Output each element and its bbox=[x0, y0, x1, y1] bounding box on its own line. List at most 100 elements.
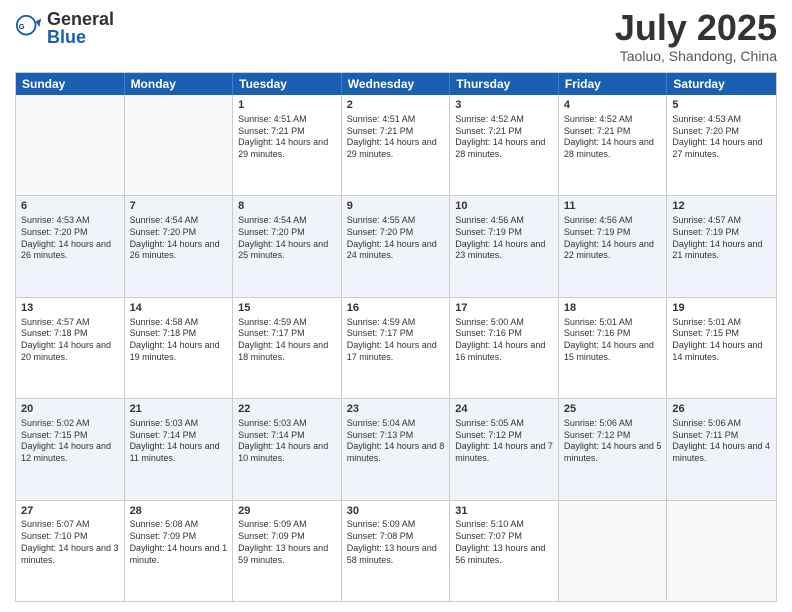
day-number: 27 bbox=[21, 504, 119, 519]
header-day-tuesday: Tuesday bbox=[233, 73, 342, 95]
cell-info: Sunrise: 5:07 AM Sunset: 7:10 PM Dayligh… bbox=[21, 519, 119, 566]
cal-cell: 21Sunrise: 5:03 AM Sunset: 7:14 PM Dayli… bbox=[125, 399, 234, 499]
cal-cell: 7Sunrise: 4:54 AM Sunset: 7:20 PM Daylig… bbox=[125, 196, 234, 296]
cell-info: Sunrise: 5:01 AM Sunset: 7:16 PM Dayligh… bbox=[564, 317, 662, 364]
cell-info: Sunrise: 4:54 AM Sunset: 7:20 PM Dayligh… bbox=[238, 215, 336, 262]
location: Taoluo, Shandong, China bbox=[615, 48, 777, 64]
day-number: 21 bbox=[130, 402, 228, 417]
day-number: 29 bbox=[238, 504, 336, 519]
cell-info: Sunrise: 5:09 AM Sunset: 7:08 PM Dayligh… bbox=[347, 519, 445, 566]
header-day-thursday: Thursday bbox=[450, 73, 559, 95]
cell-info: Sunrise: 4:57 AM Sunset: 7:19 PM Dayligh… bbox=[672, 215, 771, 262]
day-number: 28 bbox=[130, 504, 228, 519]
cell-info: Sunrise: 5:01 AM Sunset: 7:15 PM Dayligh… bbox=[672, 317, 771, 364]
cell-info: Sunrise: 5:02 AM Sunset: 7:15 PM Dayligh… bbox=[21, 418, 119, 465]
week-row-2: 6Sunrise: 4:53 AM Sunset: 7:20 PM Daylig… bbox=[16, 196, 776, 297]
cell-info: Sunrise: 4:54 AM Sunset: 7:20 PM Dayligh… bbox=[130, 215, 228, 262]
logo-icon: G bbox=[15, 14, 43, 42]
day-number: 3 bbox=[455, 98, 553, 113]
cal-cell bbox=[667, 501, 776, 601]
logo: G General Blue bbox=[15, 10, 114, 46]
logo-general: General bbox=[47, 10, 114, 28]
day-number: 9 bbox=[347, 199, 445, 214]
logo-text: General Blue bbox=[47, 10, 114, 46]
cal-cell: 1Sunrise: 4:51 AM Sunset: 7:21 PM Daylig… bbox=[233, 95, 342, 195]
day-number: 4 bbox=[564, 98, 662, 113]
cell-info: Sunrise: 4:51 AM Sunset: 7:21 PM Dayligh… bbox=[238, 114, 336, 161]
cal-cell: 25Sunrise: 5:06 AM Sunset: 7:12 PM Dayli… bbox=[559, 399, 668, 499]
day-number: 30 bbox=[347, 504, 445, 519]
cal-cell: 2Sunrise: 4:51 AM Sunset: 7:21 PM Daylig… bbox=[342, 95, 451, 195]
day-number: 17 bbox=[455, 301, 553, 316]
header: G General Blue July 2025 Taoluo, Shandon… bbox=[15, 10, 777, 64]
cal-cell: 22Sunrise: 5:03 AM Sunset: 7:14 PM Dayli… bbox=[233, 399, 342, 499]
cal-cell: 11Sunrise: 4:56 AM Sunset: 7:19 PM Dayli… bbox=[559, 196, 668, 296]
week-row-1: 1Sunrise: 4:51 AM Sunset: 7:21 PM Daylig… bbox=[16, 95, 776, 196]
cal-cell: 29Sunrise: 5:09 AM Sunset: 7:09 PM Dayli… bbox=[233, 501, 342, 601]
day-number: 13 bbox=[21, 301, 119, 316]
day-number: 19 bbox=[672, 301, 771, 316]
cal-cell: 31Sunrise: 5:10 AM Sunset: 7:07 PM Dayli… bbox=[450, 501, 559, 601]
cal-cell: 16Sunrise: 4:59 AM Sunset: 7:17 PM Dayli… bbox=[342, 298, 451, 398]
calendar-body: 1Sunrise: 4:51 AM Sunset: 7:21 PM Daylig… bbox=[16, 95, 776, 601]
cal-cell: 28Sunrise: 5:08 AM Sunset: 7:09 PM Dayli… bbox=[125, 501, 234, 601]
header-day-monday: Monday bbox=[125, 73, 234, 95]
cell-info: Sunrise: 4:53 AM Sunset: 7:20 PM Dayligh… bbox=[21, 215, 119, 262]
day-number: 26 bbox=[672, 402, 771, 417]
header-day-saturday: Saturday bbox=[667, 73, 776, 95]
cell-info: Sunrise: 4:55 AM Sunset: 7:20 PM Dayligh… bbox=[347, 215, 445, 262]
cell-info: Sunrise: 5:03 AM Sunset: 7:14 PM Dayligh… bbox=[238, 418, 336, 465]
cell-info: Sunrise: 5:06 AM Sunset: 7:11 PM Dayligh… bbox=[672, 418, 771, 465]
day-number: 25 bbox=[564, 402, 662, 417]
day-number: 11 bbox=[564, 199, 662, 214]
cal-cell: 4Sunrise: 4:52 AM Sunset: 7:21 PM Daylig… bbox=[559, 95, 668, 195]
cal-cell: 5Sunrise: 4:53 AM Sunset: 7:20 PM Daylig… bbox=[667, 95, 776, 195]
cal-cell: 19Sunrise: 5:01 AM Sunset: 7:15 PM Dayli… bbox=[667, 298, 776, 398]
cell-info: Sunrise: 4:52 AM Sunset: 7:21 PM Dayligh… bbox=[455, 114, 553, 161]
cal-cell: 8Sunrise: 4:54 AM Sunset: 7:20 PM Daylig… bbox=[233, 196, 342, 296]
cell-info: Sunrise: 5:10 AM Sunset: 7:07 PM Dayligh… bbox=[455, 519, 553, 566]
cell-info: Sunrise: 5:03 AM Sunset: 7:14 PM Dayligh… bbox=[130, 418, 228, 465]
week-row-5: 27Sunrise: 5:07 AM Sunset: 7:10 PM Dayli… bbox=[16, 501, 776, 601]
cal-cell: 23Sunrise: 5:04 AM Sunset: 7:13 PM Dayli… bbox=[342, 399, 451, 499]
cell-info: Sunrise: 5:06 AM Sunset: 7:12 PM Dayligh… bbox=[564, 418, 662, 465]
calendar: SundayMondayTuesdayWednesdayThursdayFrid… bbox=[15, 72, 777, 602]
day-number: 22 bbox=[238, 402, 336, 417]
cal-cell: 12Sunrise: 4:57 AM Sunset: 7:19 PM Dayli… bbox=[667, 196, 776, 296]
month-year: July 2025 bbox=[615, 10, 777, 46]
cal-cell: 9Sunrise: 4:55 AM Sunset: 7:20 PM Daylig… bbox=[342, 196, 451, 296]
day-number: 15 bbox=[238, 301, 336, 316]
cal-cell bbox=[125, 95, 234, 195]
cell-info: Sunrise: 4:58 AM Sunset: 7:18 PM Dayligh… bbox=[130, 317, 228, 364]
cell-info: Sunrise: 5:04 AM Sunset: 7:13 PM Dayligh… bbox=[347, 418, 445, 465]
cell-info: Sunrise: 4:52 AM Sunset: 7:21 PM Dayligh… bbox=[564, 114, 662, 161]
day-number: 14 bbox=[130, 301, 228, 316]
day-number: 16 bbox=[347, 301, 445, 316]
week-row-3: 13Sunrise: 4:57 AM Sunset: 7:18 PM Dayli… bbox=[16, 298, 776, 399]
day-number: 10 bbox=[455, 199, 553, 214]
cal-cell: 10Sunrise: 4:56 AM Sunset: 7:19 PM Dayli… bbox=[450, 196, 559, 296]
cell-info: Sunrise: 5:09 AM Sunset: 7:09 PM Dayligh… bbox=[238, 519, 336, 566]
cell-info: Sunrise: 4:51 AM Sunset: 7:21 PM Dayligh… bbox=[347, 114, 445, 161]
title-section: July 2025 Taoluo, Shandong, China bbox=[615, 10, 777, 64]
cell-info: Sunrise: 5:05 AM Sunset: 7:12 PM Dayligh… bbox=[455, 418, 553, 465]
cal-cell: 14Sunrise: 4:58 AM Sunset: 7:18 PM Dayli… bbox=[125, 298, 234, 398]
page: G General Blue July 2025 Taoluo, Shandon… bbox=[0, 0, 792, 612]
cal-cell bbox=[559, 501, 668, 601]
week-row-4: 20Sunrise: 5:02 AM Sunset: 7:15 PM Dayli… bbox=[16, 399, 776, 500]
cell-info: Sunrise: 4:56 AM Sunset: 7:19 PM Dayligh… bbox=[564, 215, 662, 262]
day-number: 18 bbox=[564, 301, 662, 316]
cal-cell: 13Sunrise: 4:57 AM Sunset: 7:18 PM Dayli… bbox=[16, 298, 125, 398]
cal-cell bbox=[16, 95, 125, 195]
logo-blue: Blue bbox=[47, 28, 114, 46]
day-number: 8 bbox=[238, 199, 336, 214]
cal-cell: 17Sunrise: 5:00 AM Sunset: 7:16 PM Dayli… bbox=[450, 298, 559, 398]
cell-info: Sunrise: 4:56 AM Sunset: 7:19 PM Dayligh… bbox=[455, 215, 553, 262]
cell-info: Sunrise: 5:00 AM Sunset: 7:16 PM Dayligh… bbox=[455, 317, 553, 364]
day-number: 31 bbox=[455, 504, 553, 519]
cell-info: Sunrise: 4:59 AM Sunset: 7:17 PM Dayligh… bbox=[238, 317, 336, 364]
cal-cell: 26Sunrise: 5:06 AM Sunset: 7:11 PM Dayli… bbox=[667, 399, 776, 499]
day-number: 20 bbox=[21, 402, 119, 417]
cell-info: Sunrise: 4:53 AM Sunset: 7:20 PM Dayligh… bbox=[672, 114, 771, 161]
cal-cell: 24Sunrise: 5:05 AM Sunset: 7:12 PM Dayli… bbox=[450, 399, 559, 499]
